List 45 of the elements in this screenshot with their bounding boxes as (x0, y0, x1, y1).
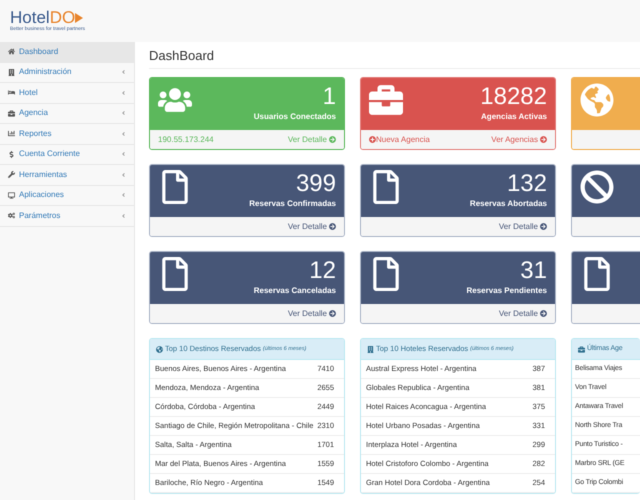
globe-icon (580, 83, 614, 117)
bed-icon (8, 89, 15, 96)
stat-label: Agencias Activas (481, 111, 547, 123)
stat-label: Reservas Canceladas (254, 285, 336, 297)
stat-value: 132 (506, 170, 547, 198)
ip-address: 190.55.173.244 (158, 134, 214, 146)
briefcase-icon (8, 110, 15, 117)
sidebar-item[interactable]: Agencia (0, 104, 134, 124)
stat-label: Reservas Pendientes (466, 285, 547, 297)
sidebar-item[interactable]: Aplicaciones (0, 186, 134, 206)
briefcase-icon (369, 83, 403, 117)
new-agency-link[interactable]: Nueva Agencia (369, 134, 430, 146)
dollar-icon (8, 150, 15, 158)
home-icon (8, 48, 15, 56)
stat-value: 31 (520, 257, 547, 285)
detail-link[interactable]: Ver Detalle (288, 134, 336, 146)
stat-value: 399 (296, 170, 336, 198)
ban-icon (580, 170, 614, 204)
building-icon (367, 346, 374, 352)
page-title: DashBoard (149, 48, 640, 69)
detail-link[interactable]: Ver Detalle (498, 308, 547, 320)
bar-chart-icon (8, 130, 15, 138)
sidebar-item[interactable]: Herramientas (0, 165, 134, 186)
sidebar-item[interactable]: Cuenta Corriente (0, 144, 134, 165)
stat-value: 18282 (480, 83, 547, 111)
detail-link[interactable]: Ver Agencias (491, 134, 547, 146)
sidebar-item[interactable]: Hotel (0, 83, 134, 104)
wrench-icon (8, 171, 15, 178)
globe-icon (156, 346, 163, 352)
detail-link[interactable]: Ver Detalle (498, 220, 547, 232)
gears-icon (8, 212, 15, 220)
sidebar-item[interactable]: Dashboard (0, 42, 134, 62)
building-icon (8, 68, 15, 76)
sidebar-item[interactable]: Administración (0, 62, 134, 83)
detail-link[interactable]: Ver Detalle (288, 220, 336, 232)
sidebar-item[interactable]: Reportes (0, 124, 134, 144)
sidebar-item[interactable]: Parámetros (0, 206, 134, 226)
stat-label: Usuarios Conectados (254, 111, 336, 123)
briefcase-icon (578, 346, 585, 352)
stat-value: 12 (309, 257, 336, 285)
detail-link[interactable]: Ver Detalle (288, 308, 336, 320)
stat-value: 1 (322, 83, 336, 111)
stat-label: Reservas Abortadas (470, 198, 547, 210)
stat-label: Reservas Confirmadas (249, 198, 336, 210)
monitor-icon (8, 192, 15, 199)
